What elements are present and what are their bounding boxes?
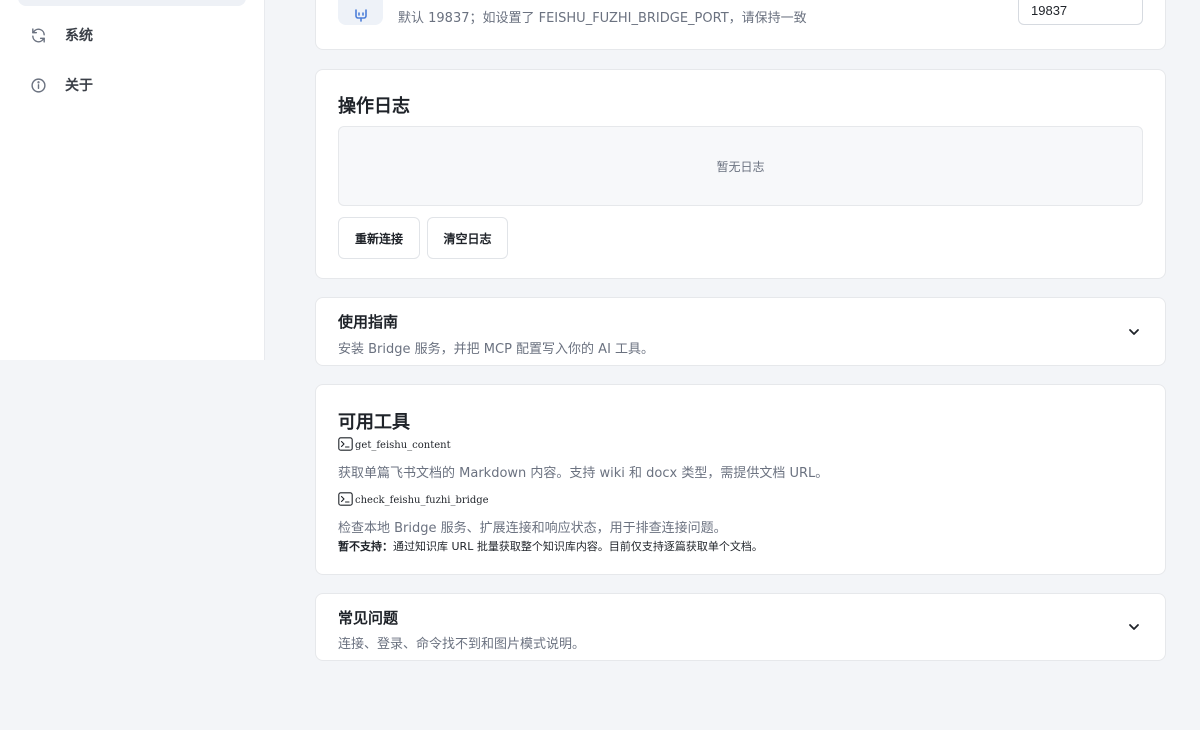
note-label: 暂不支持： (338, 540, 393, 553)
port-input[interactable] (1018, 0, 1143, 25)
tool-description: 获取单篇飞书文档的 Markdown 内容。支持 wiki 和 docx 类型，… (338, 466, 829, 481)
port-card: 默认 19837；如设置了 FEISHU_FUZHI_BRIDGE_PORT，请… (315, 0, 1166, 50)
tool-name: check_feishu_fuzhi_bridge (338, 492, 489, 506)
guide-card-title: 使用指南 (338, 313, 399, 331)
log-output: 暂无日志 (338, 126, 1143, 206)
note-text: 通过知识库 URL 批量获取整个知识库内容。目前仅支持逐篇获取单个文档。 (393, 540, 763, 553)
clear-log-button[interactable]: 清空日志 (427, 217, 508, 259)
terminal-icon (338, 437, 353, 451)
tool-name: get_feishu_content (338, 437, 451, 451)
tools-card: 可用工具 get_feishu_content 获取单篇飞书文档的 Markdo… (315, 384, 1166, 575)
sidebar-item-system[interactable]: 系统 (30, 23, 93, 47)
sidebar-item-about[interactable]: 关于 (30, 73, 93, 97)
info-icon (31, 77, 46, 93)
tools-card-title: 可用工具 (338, 412, 410, 433)
faq-card[interactable]: 常见问题 连接、登录、命令找不到和图片模式说明。 (315, 593, 1166, 661)
port-description: 默认 19837；如设置了 FEISHU_FUZHI_BRIDGE_PORT，请… (398, 11, 807, 26)
chevron-down-icon[interactable] (1127, 620, 1141, 634)
guide-card[interactable]: 使用指南 安装 Bridge 服务，并把 MCP 配置写入你的 AI 工具。 (315, 297, 1166, 366)
faq-card-title: 常见问题 (338, 609, 399, 627)
sidebar-item-active[interactable] (18, 0, 246, 6)
plug-icon (338, 0, 383, 25)
faq-card-description: 连接、登录、命令找不到和图片模式说明。 (338, 637, 586, 652)
log-card-title: 操作日志 (338, 96, 410, 117)
log-card: 操作日志 暂无日志 重新连接 清空日志 (315, 69, 1166, 279)
reconnect-button[interactable]: 重新连接 (338, 217, 420, 259)
unsupported-note: 暂不支持：通过知识库 URL 批量获取整个知识库内容。目前仅支持逐篇获取单个文档… (338, 538, 763, 554)
tool-description: 检查本地 Bridge 服务、扩展连接和响应状态，用于排查连接问题。 (338, 521, 727, 536)
log-empty-text: 暂无日志 (716, 159, 765, 174)
sidebar: 系统 关于 (0, 0, 265, 360)
refresh-icon (32, 27, 45, 43)
chevron-down-icon[interactable] (1127, 325, 1141, 339)
terminal-icon (338, 492, 353, 506)
sidebar-item-label: 关于 (65, 78, 93, 94)
guide-card-description: 安装 Bridge 服务，并把 MCP 配置写入你的 AI 工具。 (338, 342, 655, 357)
sidebar-item-label: 系统 (65, 28, 93, 44)
